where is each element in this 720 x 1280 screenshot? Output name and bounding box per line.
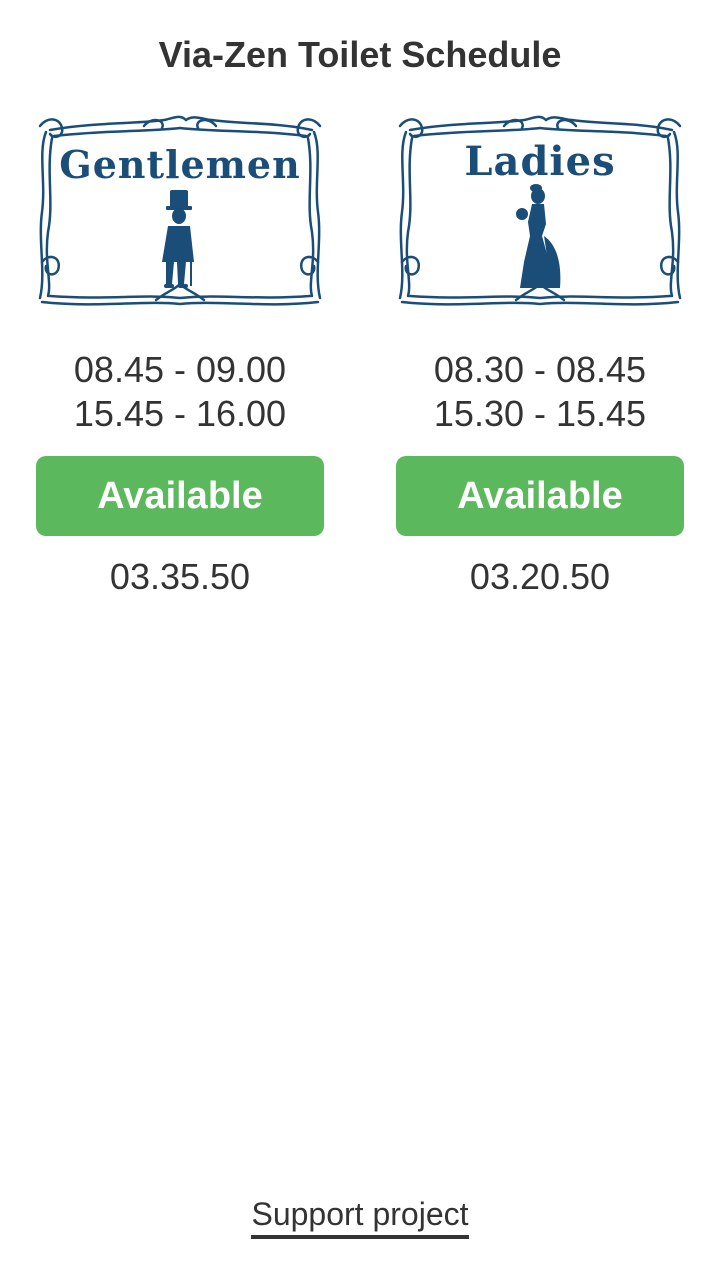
gentlemen-time-slot-1: 08.45 - 09.00 [73,349,287,390]
ladies-time-slot-2: 15.30 - 15.45 [433,393,647,434]
page-title: Via-Zen Toilet Schedule [158,34,562,75]
ladies-sign-label: Ladies [464,138,616,185]
gentleman-silhouette-icon [162,190,194,288]
lady-silhouette-icon [516,184,561,288]
support-footer: Support project [0,1196,720,1239]
ladies-sign: Ladies [396,112,684,312]
ladies-status-button[interactable]: Available [396,456,684,536]
gentlemen-status-button[interactable]: Available [36,456,324,536]
gentlemen-sign: Gentlemen [36,112,324,312]
gentlemen-time-slot-2: 15.45 - 16.00 [73,393,287,434]
gentlemen-schedule: 08.45 - 09.00 15.45 - 16.00 [36,348,324,436]
support-project-link[interactable]: Support project [251,1196,469,1239]
ladies-time-slot-1: 08.30 - 08.45 [433,349,647,390]
ladies-schedule: 08.30 - 08.45 15.30 - 15.45 [396,348,684,436]
gentlemen-countdown: 03.35.50 [109,556,251,597]
ladies-column: Ladies 08.30 - 08.45 15.30 - 15.45 Avail… [396,112,684,598]
gentlemen-column: Gentlemen 08.45 - 09.00 15.45 - 16.00 Av… [36,112,324,598]
gentlemen-sign-label: Gentlemen [59,142,301,187]
ladies-countdown: 03.20.50 [469,556,611,597]
app-screen: Via-Zen Toilet Schedule Gentlemen 08.45 … [0,0,720,1280]
